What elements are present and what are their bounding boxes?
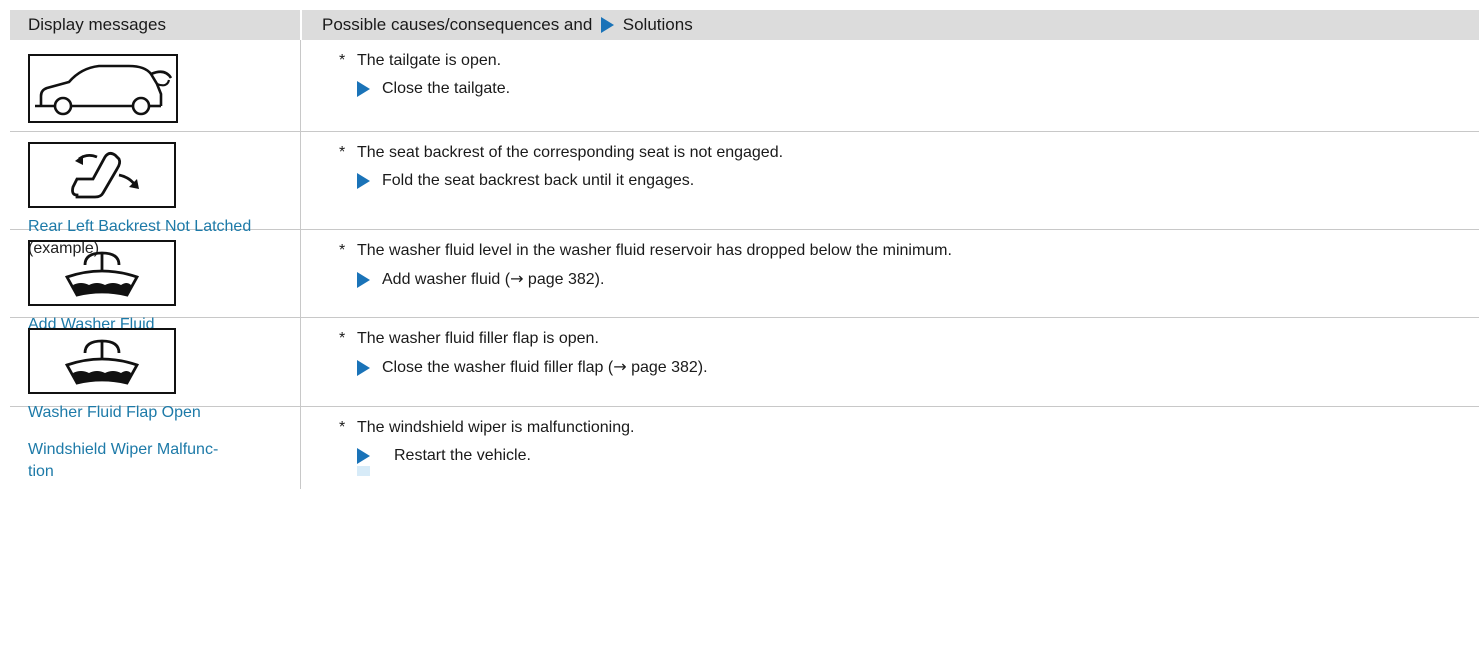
- display-message-cell: Add Washer Fluid: [10, 230, 300, 333]
- display-messages-table: Display messages Possible causes/consequ…: [10, 10, 1479, 489]
- cause-text: The tailgate is open.: [357, 52, 502, 69]
- display-message-cell: Rear Left Backrest Not Latched (example): [10, 132, 300, 257]
- header-causes-solutions: Possible causes/consequences and Solutio…: [300, 10, 1479, 40]
- solution-arrow-icon: [357, 271, 370, 288]
- header-causes-text: Possible causes/consequences and: [322, 15, 593, 34]
- cause-bullet: *: [339, 242, 346, 259]
- display-message-cell: [10, 40, 300, 131]
- solution-page-link[interactable]: page 382).: [523, 271, 605, 288]
- table-row: Rear Left Backrest Not Latched (example)…: [10, 132, 1479, 257]
- display-message-cell: Windshield Wiper Malfunc- tion: [10, 407, 300, 489]
- solution-text: Restart the vehicle.: [394, 447, 531, 464]
- cause-text: The washer fluid filler flap is open.: [357, 330, 599, 347]
- cause-bullet: *: [339, 330, 346, 347]
- header-solutions-text: Solutions: [622, 15, 693, 34]
- cause-bullet: *: [339, 419, 346, 436]
- seat-backrest-icon: [28, 142, 176, 208]
- solution-arrow-icon: [357, 359, 370, 376]
- washer-fluid-icon: [28, 328, 176, 394]
- solution-text: Add washer fluid (→ page 382).: [382, 268, 604, 291]
- cause-text: The seat backrest of the corresponding s…: [357, 144, 784, 161]
- solution-text: Close the washer fluid filler flap (→ pa…: [382, 356, 708, 379]
- solution-text: Close the tailgate.: [382, 80, 511, 97]
- next-step-marker: [357, 466, 370, 476]
- message-link[interactable]: Windshield Wiper Malfunc- tion: [28, 441, 218, 480]
- solution-item: Fold the seat backrest back until it eng…: [339, 170, 1479, 192]
- solution-item: Close the tailgate.: [339, 78, 1479, 100]
- header-display-messages: Display messages: [28, 15, 166, 34]
- table-row: Add Washer Fluid * The washer fluid leve…: [10, 230, 1479, 333]
- solution-item: Close the washer fluid filler flap (→ pa…: [339, 356, 1479, 379]
- solution-text-pre: Add washer fluid (: [382, 271, 511, 288]
- display-message-cell: Washer Fluid Flap Open: [10, 318, 300, 421]
- solution-arrow-icon: [357, 448, 370, 464]
- cause-item: * The tailgate is open.: [339, 50, 1479, 72]
- page-ref-arrow-icon: →: [613, 357, 627, 376]
- table-header: Display messages Possible causes/consequ…: [10, 10, 1479, 40]
- cause-solution-cell: * The washer fluid filler flap is open. …: [300, 318, 1479, 406]
- page-ref-arrow-icon: →: [510, 269, 524, 288]
- cause-solution-cell: * The tailgate is open. Close the tailga…: [300, 40, 1479, 131]
- solution-item: Restart the vehicle.: [339, 445, 1479, 476]
- cause-solution-cell: * The washer fluid level in the washer f…: [300, 230, 1479, 317]
- cause-bullet: *: [339, 52, 346, 69]
- cause-item: * The washer fluid filler flap is open.: [339, 328, 1479, 350]
- cause-item: * The seat backrest of the corresponding…: [339, 142, 1479, 164]
- solution-arrow-icon: [357, 173, 370, 189]
- solution-item: Add washer fluid (→ page 382).: [339, 268, 1479, 291]
- solution-arrow-icon: [357, 81, 370, 97]
- washer-fluid-icon: [28, 240, 176, 306]
- cause-text: The washer fluid level in the washer flu…: [357, 242, 952, 259]
- solution-text-pre: Close the washer fluid filler flap (: [382, 359, 614, 376]
- tailgate-open-icon: [28, 54, 178, 123]
- table-row: Washer Fluid Flap Open * The washer flui…: [10, 318, 1479, 421]
- cause-item: * The windshield wiper is malfunctioning…: [339, 417, 1479, 439]
- cause-bullet: *: [339, 144, 346, 161]
- cause-item: * The washer fluid level in the washer f…: [339, 240, 1479, 262]
- cause-solution-cell: * The seat backrest of the corresponding…: [300, 132, 1479, 229]
- table-row: Windshield Wiper Malfunc- tion * The win…: [10, 407, 1479, 489]
- cause-text: The windshield wiper is malfunctioning.: [357, 419, 635, 436]
- cause-solution-cell: * The windshield wiper is malfunctioning…: [300, 407, 1479, 489]
- solution-arrow-icon: [601, 16, 615, 33]
- message-label: Windshield Wiper Malfunc- tion: [28, 417, 268, 483]
- table-row: * The tailgate is open. Close the tailga…: [10, 40, 1479, 132]
- solution-text: Fold the seat backrest back until it eng…: [382, 172, 695, 189]
- solution-page-link[interactable]: page 382).: [627, 359, 708, 376]
